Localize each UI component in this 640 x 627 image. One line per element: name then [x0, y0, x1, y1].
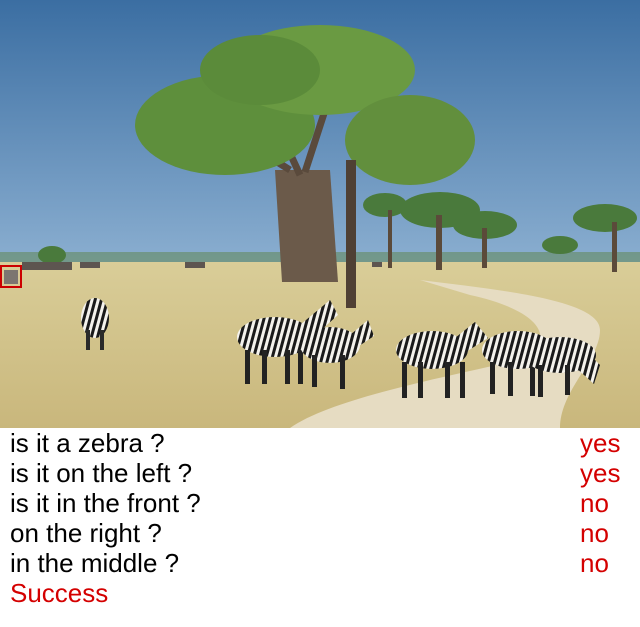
result-text: Success	[10, 578, 109, 608]
answer-text: no	[580, 488, 609, 518]
answer-text: no	[580, 548, 609, 578]
qa-panel: is it a zebra ? yes is it on the left ? …	[0, 428, 640, 627]
question-text: is it in the front ?	[10, 488, 201, 518]
qa-row: is it a zebra ? yes	[0, 428, 640, 458]
question-text: in the middle ?	[10, 548, 180, 578]
question-text: is it on the left ?	[10, 458, 193, 488]
question-text: is it a zebra ?	[10, 428, 165, 458]
qa-row: is it on the left ? yes	[0, 458, 640, 488]
qa-row: on the right ? no	[0, 518, 640, 548]
photo-canvas	[0, 0, 640, 428]
acacia-trunk	[346, 160, 356, 308]
qa-row: is it in the front ? no	[0, 488, 640, 518]
answer-text: yes	[580, 428, 621, 458]
answer-text: yes	[580, 458, 621, 488]
answer-text: no	[580, 518, 609, 548]
question-text: on the right ?	[10, 518, 162, 548]
savanna-photo	[0, 0, 640, 428]
target-animal	[4, 270, 18, 284]
qa-row: in the middle ? no	[0, 548, 640, 578]
